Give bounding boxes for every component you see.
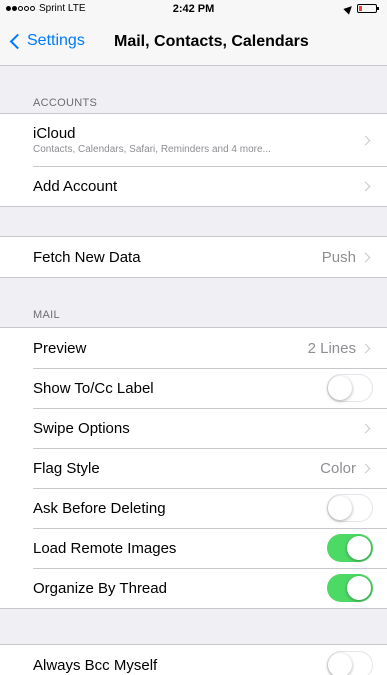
chevron-left-icon	[9, 33, 26, 49]
chevron-right-icon	[360, 181, 371, 191]
chevron-right-icon	[360, 135, 371, 145]
status-time: 2:42 PM	[172, 3, 215, 15]
add-account-label: Add Account	[33, 177, 118, 195]
flag-style-label: Flag Style	[33, 459, 100, 477]
always-bcc-row: Always Bcc Myself	[0, 645, 387, 675]
flag-style-value: Color	[320, 459, 356, 477]
swipe-options-row[interactable]: Swipe Options	[0, 408, 387, 448]
preview-label: Preview	[33, 339, 87, 357]
account-icloud-label: iCloud	[33, 125, 76, 142]
chevron-right-icon	[360, 463, 371, 473]
back-button-label: Settings	[27, 32, 85, 49]
load-remote-images-row: Load Remote Images	[0, 528, 387, 568]
always-bcc-toggle[interactable]	[327, 651, 373, 675]
ask-before-deleting-label: Ask Before Deleting	[33, 499, 166, 517]
back-button[interactable]: Settings	[8, 32, 85, 50]
battery-icon	[357, 4, 379, 13]
fetch-new-data-label: Fetch New Data	[33, 248, 141, 266]
add-account-button[interactable]: Add Account	[0, 166, 387, 206]
preview-row[interactable]: Preview 2 Lines	[0, 328, 387, 368]
mail-group: Preview 2 Lines Show To/Cc Label Swipe O…	[0, 327, 387, 609]
bcc-group: Always Bcc Myself	[0, 644, 387, 675]
chevron-right-icon	[360, 423, 371, 433]
show-tocc-row: Show To/Cc Label	[0, 368, 387, 408]
chevron-right-icon	[360, 343, 371, 353]
navigation-bar: Settings Mail, Contacts, Calendars	[0, 20, 387, 66]
load-remote-images-toggle[interactable]	[327, 534, 373, 562]
status-bar: Sprint LTE 2:42 PM	[0, 0, 387, 20]
organize-by-thread-row: Organize By Thread	[0, 568, 387, 608]
page-title: Mail, Contacts, Calendars	[114, 33, 309, 50]
section-header-mail: MAIL	[33, 309, 60, 321]
flag-style-row[interactable]: Flag Style Color	[0, 448, 387, 488]
location-arrow-icon	[343, 2, 355, 15]
fetch-group: Fetch New Data Push	[0, 236, 387, 278]
chevron-right-icon	[360, 252, 371, 262]
ask-before-deleting-row: Ask Before Deleting	[0, 488, 387, 528]
swipe-options-label: Swipe Options	[33, 419, 130, 437]
ask-before-deleting-toggle[interactable]	[327, 494, 373, 522]
load-remote-images-label: Load Remote Images	[33, 539, 177, 557]
organize-by-thread-label: Organize By Thread	[33, 579, 167, 597]
fetch-new-data-value: Push	[321, 248, 356, 266]
always-bcc-label: Always Bcc Myself	[33, 656, 158, 674]
preview-value: 2 Lines	[307, 339, 356, 357]
fetch-new-data-row[interactable]: Fetch New Data Push	[0, 237, 387, 277]
account-icloud-subtitle: Contacts, Calendars, Safari, Reminders a…	[33, 144, 271, 155]
section-header-accounts: ACCOUNTS	[33, 97, 98, 109]
account-icloud[interactable]: iCloud Contacts, Calendars, Safari, Remi…	[0, 114, 387, 166]
show-tocc-toggle[interactable]	[327, 374, 373, 402]
settings-screen: Sprint LTE 2:42 PM Settings Mail, Contac…	[0, 0, 387, 675]
organize-by-thread-toggle[interactable]	[327, 574, 373, 602]
show-tocc-label: Show To/Cc Label	[33, 379, 154, 397]
accounts-group: iCloud Contacts, Calendars, Safari, Remi…	[0, 113, 387, 207]
